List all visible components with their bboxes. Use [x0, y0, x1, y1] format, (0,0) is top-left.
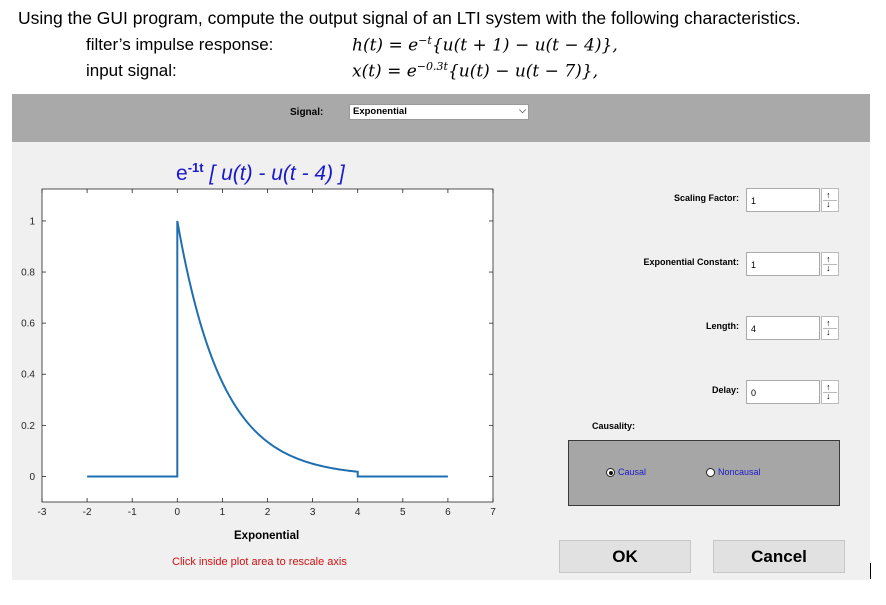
plot-xlabel: Exponential [234, 530, 300, 542]
x-tick-label: 2 [265, 507, 271, 518]
signal-dropdown[interactable]: Exponential ⌵ [349, 104, 529, 120]
impulse-response-label: filter’s impulse response: [86, 35, 274, 54]
x-tick-label: 1 [220, 507, 226, 518]
x-tick-label: -3 [38, 507, 47, 518]
chevron-down-icon: ⌵ [519, 105, 526, 115]
delay-stepper[interactable]: ↑ ↓ [821, 380, 839, 404]
length-stepper[interactable]: ↑ ↓ [821, 316, 839, 340]
scaling-factor-input[interactable]: 1 [746, 188, 820, 212]
x-tick-label: -2 [83, 507, 92, 518]
signal-gui-window: Signal: Exponential ⌵ e-1t [ u(t) - u(t … [12, 94, 870, 580]
ok-button[interactable]: OK [559, 540, 691, 573]
delay-label: Delay: [711, 385, 739, 395]
exponential-constant-input[interactable]: 1 [746, 252, 820, 276]
plot-area [41, 188, 494, 503]
y-tick-label: 0.8 [21, 268, 35, 279]
x-tick-label: 7 [490, 507, 496, 518]
x-tick-label: 5 [400, 507, 406, 518]
signal-dropdown-value: Exponential [353, 106, 407, 117]
x-tick-label: 6 [445, 507, 451, 518]
rescale-hint: Click inside plot area to rescale axis [172, 556, 347, 568]
length-label: Length: [706, 321, 739, 331]
x-tick-label: -1 [128, 507, 137, 518]
noncausal-radio-label[interactable]: Noncausal [718, 467, 761, 477]
causality-group: Causal Noncausal [568, 440, 840, 506]
scaling-factor-stepper[interactable]: ↑ ↓ [821, 188, 839, 212]
x-tick-label: 0 [175, 507, 181, 518]
impulse-response-formula: h(t) = e−t{u(t + 1) − u(t − 4)}, [352, 34, 618, 56]
y-tick-label: 0.6 [21, 319, 35, 330]
signal-label: Signal: [290, 107, 324, 118]
exponential-constant-label: Exponential Constant: [643, 257, 739, 267]
delay-input[interactable]: 0 [746, 380, 820, 404]
y-tick-label: 0 [29, 472, 35, 483]
causal-radio-label[interactable]: Causal [618, 467, 646, 477]
y-tick-label: 0.2 [21, 421, 35, 432]
input-signal-formula: x(t) = e−0.3t{u(t) − u(t − 7)}, [352, 60, 598, 82]
length-input[interactable]: 4 [746, 316, 820, 340]
question-text: Using the GUI program, compute the outpu… [18, 8, 801, 28]
noncausal-radio[interactable] [706, 468, 715, 477]
x-tick-label: 3 [310, 507, 316, 518]
cancel-button[interactable]: Cancel [713, 540, 845, 573]
scaling-factor-label: Scaling Factor: [673, 193, 739, 203]
y-tick-label: 0.4 [21, 370, 35, 381]
causal-radio[interactable] [606, 468, 615, 477]
window-edge [870, 563, 871, 579]
x-tick-label: 4 [355, 507, 361, 518]
causality-label: Causality: [592, 421, 636, 431]
exponential-constant-stepper[interactable]: ↑ ↓ [821, 252, 839, 276]
signal-selector-bar: Signal: Exponential ⌵ [12, 94, 870, 142]
y-tick-label: 1 [29, 216, 35, 227]
signal-plot[interactable]: -3 -2 -1 0 1 2 3 4 5 6 7 0 0.2 0.4 0.6 0.8 1 [12, 184, 512, 529]
plot-title-formula: e-1t [ u(t) - u(t - 4) ] [176, 160, 345, 185]
input-signal-label: input signal: [86, 61, 177, 80]
